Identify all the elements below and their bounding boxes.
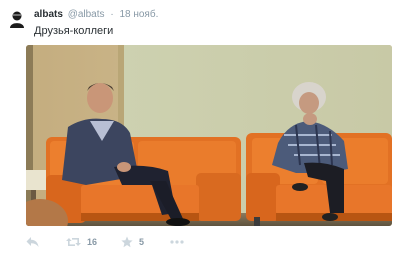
tweet: albats @albats · 18 нояб. Друзья-коллеги [0, 0, 400, 259]
separator-dot: · [110, 9, 114, 20]
tweet-text: Друзья-коллеги [34, 25, 114, 37]
retweet-icon [66, 238, 81, 246]
tweet-date[interactable]: 18 нояб. [119, 9, 158, 20]
retweet-button[interactable]: 16 [66, 234, 97, 250]
reply-button[interactable] [26, 234, 39, 250]
star-icon [121, 236, 133, 248]
more-icon [170, 240, 184, 244]
favorite-button[interactable]: 5 [121, 234, 144, 250]
tweet-header: albats @albats · 18 нояб. [34, 8, 158, 22]
favorite-count: 5 [139, 237, 145, 247]
author-name[interactable]: albats [34, 9, 63, 20]
more-button[interactable] [170, 234, 184, 250]
avatar-icon [7, 9, 27, 29]
tweet-actions: 16 5 [26, 234, 226, 250]
tweet-photo[interactable] [26, 45, 392, 226]
avatar[interactable] [7, 9, 27, 29]
author-username[interactable]: @albats [68, 9, 105, 20]
retweet-count: 16 [87, 237, 98, 247]
photo-image [26, 45, 392, 226]
reply-icon [26, 237, 39, 247]
